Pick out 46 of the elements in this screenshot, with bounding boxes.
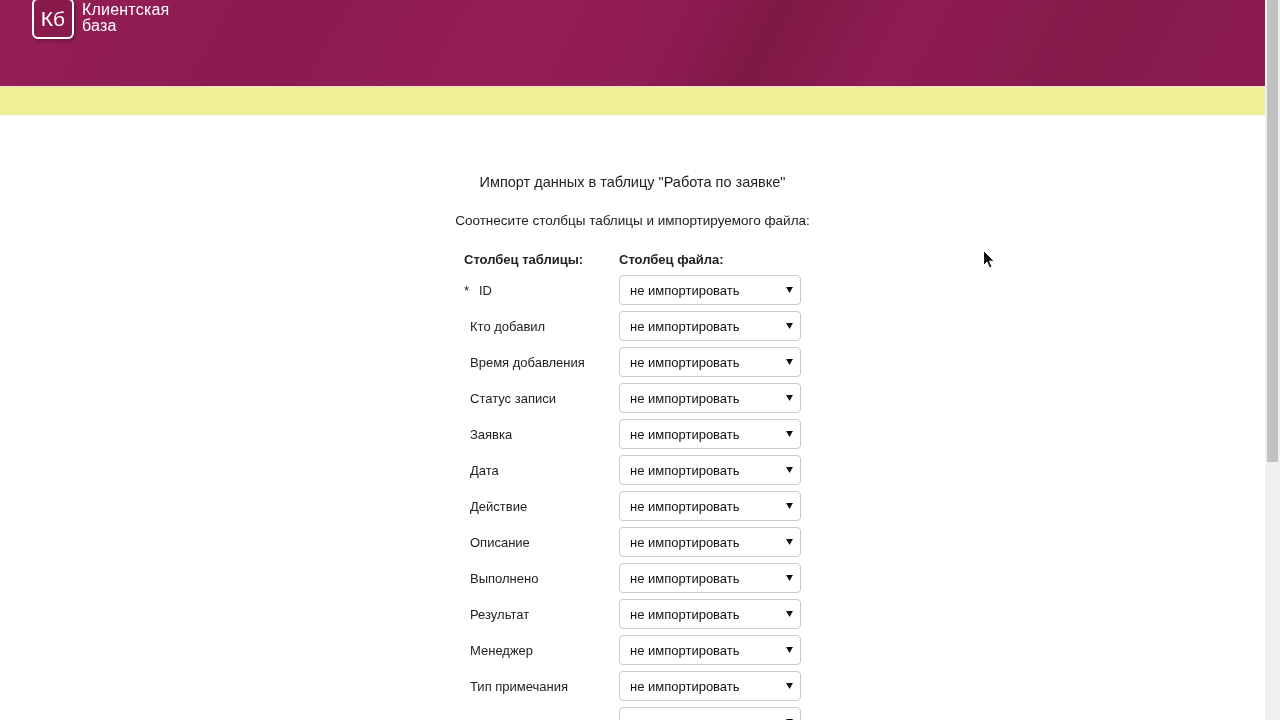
scrollbar-track[interactable] <box>1265 0 1280 720</box>
field-label: Действие <box>469 498 528 514</box>
field-label: Дата <box>469 462 499 478</box>
caret-icon <box>786 575 793 581</box>
field-label: ID <box>479 282 492 298</box>
logo-icon[interactable]: Кб <box>32 0 74 39</box>
column-dropdown[interactable]: не импортировать <box>619 455 801 485</box>
mouse-pointer-icon <box>983 250 995 269</box>
column-dropdown[interactable]: не импортировать <box>619 491 801 521</box>
scrollbar-thumb[interactable] <box>1267 0 1278 462</box>
column-dropdown[interactable]: не импортировать <box>619 635 801 665</box>
caret-icon <box>786 503 793 509</box>
column-dropdown[interactable]: не импортировать <box>619 419 801 449</box>
caret-icon <box>786 611 793 617</box>
field-label: Менеджер <box>469 642 534 658</box>
column-dropdown[interactable]: не импортировать <box>619 527 801 557</box>
caret-icon <box>786 287 793 293</box>
field-label: Выполнено <box>469 570 539 586</box>
column-dropdown[interactable]: не импортировать <box>619 599 801 629</box>
column-dropdown[interactable]: не импортировать <box>619 671 801 701</box>
caret-icon <box>786 647 793 653</box>
brand-name: Клиентская база <box>82 2 170 34</box>
column-dropdown[interactable]: не импортировать <box>619 383 801 413</box>
field-label: Результат <box>469 606 530 622</box>
field-label: Кто добавил <box>469 318 546 334</box>
caret-icon <box>786 683 793 689</box>
caret-icon <box>786 323 793 329</box>
column-header: Столбец файла: <box>619 251 725 269</box>
field-label: Тип примечания <box>469 678 569 694</box>
column-header: Столбец таблицы: <box>464 251 585 269</box>
required-mark: * <box>464 282 471 298</box>
field-label: Время добавления <box>469 354 585 370</box>
column-dropdown[interactable]: не импортировать <box>619 347 801 377</box>
column-dropdown[interactable]: не импортировать <box>619 311 801 341</box>
field-label: Статус записи <box>469 390 556 406</box>
caret-icon <box>786 359 793 365</box>
caret-icon <box>786 539 793 545</box>
caret-icon <box>786 467 793 473</box>
import-title: Импорт данных в таблицу "Работа по заявке" <box>479 173 786 191</box>
instruction-text: Соотнесите столбцы таблицы и импортируемого файла: <box>455 212 810 230</box>
field-label: Описание <box>469 534 530 550</box>
caret-icon <box>786 395 793 401</box>
field-label: Заявка <box>469 426 513 442</box>
column-dropdown[interactable]: не импортировать <box>619 275 801 305</box>
caret-icon <box>786 431 793 437</box>
column-dropdown[interactable]: не импортировать <box>619 563 801 593</box>
